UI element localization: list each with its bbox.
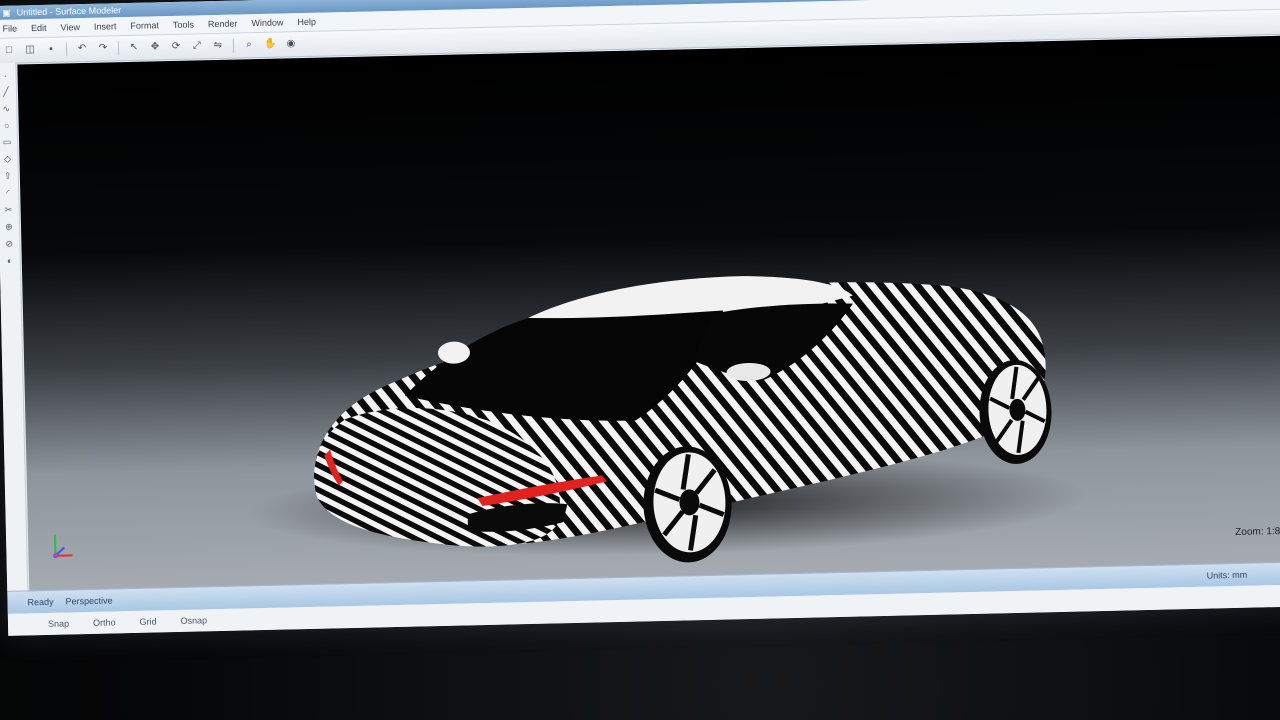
units-readout: Units: mm bbox=[1206, 569, 1248, 581]
view-mode[interactable]: Perspective bbox=[65, 595, 112, 606]
line-tool-icon[interactable]: ╱ bbox=[3, 87, 9, 98]
osnap-toggle[interactable]: Osnap bbox=[180, 615, 207, 626]
zoom-readout: Zoom: 1:8 bbox=[1235, 525, 1280, 538]
fillet-tool-icon[interactable]: ◜ bbox=[6, 188, 10, 199]
toolbar-divider bbox=[65, 42, 68, 57]
menu-view[interactable]: View bbox=[60, 22, 80, 32]
menu-render[interactable]: Render bbox=[208, 18, 238, 29]
menu-file[interactable]: File bbox=[2, 23, 17, 33]
save-icon[interactable]: ▪ bbox=[45, 44, 57, 56]
analyze-tool-icon[interactable]: ◐ bbox=[7, 256, 13, 266]
toolbar-divider bbox=[117, 41, 120, 56]
snap-toggle[interactable]: Snap bbox=[48, 618, 69, 628]
undo-icon[interactable]: ↶ bbox=[76, 43, 88, 55]
scale-icon[interactable]: ⤢ bbox=[191, 40, 203, 52]
menu-window[interactable]: Window bbox=[251, 17, 283, 28]
menu-edit[interactable]: Edit bbox=[31, 23, 47, 33]
mirror-icon[interactable]: ⇋ bbox=[212, 40, 224, 52]
redo-icon[interactable]: ↷ bbox=[97, 42, 109, 54]
app-icon: ▣ bbox=[2, 7, 11, 18]
grid-toggle[interactable]: Grid bbox=[139, 616, 156, 626]
status-text: Ready bbox=[27, 596, 54, 608]
car-render bbox=[247, 276, 1088, 563]
join-tool-icon[interactable]: ⊕ bbox=[5, 222, 13, 233]
circle-tool-icon[interactable]: ○ bbox=[4, 121, 10, 131]
pan-icon[interactable]: ✋ bbox=[264, 39, 277, 51]
new-icon[interactable]: □ bbox=[3, 45, 15, 57]
3d-viewport[interactable]: Zoom: 1:8 bbox=[17, 35, 1280, 592]
render-icon[interactable]: ◉ bbox=[285, 38, 297, 50]
rectangle-tool-icon[interactable]: ▭ bbox=[3, 137, 12, 148]
rotate-icon[interactable]: ⟳ bbox=[170, 41, 182, 53]
select-icon[interactable]: ↖ bbox=[128, 42, 140, 54]
menu-tools[interactable]: Tools bbox=[173, 19, 194, 29]
split-tool-icon[interactable]: ⊘ bbox=[6, 239, 14, 250]
curve-tool-icon[interactable]: ∿ bbox=[2, 104, 10, 115]
extrude-tool-icon[interactable]: ⇧ bbox=[4, 171, 12, 182]
menu-insert[interactable]: Insert bbox=[94, 21, 117, 32]
axis-gizmo-icon bbox=[52, 534, 73, 559]
surface-tool-icon[interactable]: ◇ bbox=[4, 154, 11, 165]
point-tool-icon[interactable]: · bbox=[4, 71, 7, 81]
menu-format[interactable]: Format bbox=[130, 20, 159, 31]
trim-tool-icon[interactable]: ✂ bbox=[5, 205, 13, 216]
toolbar-divider bbox=[232, 38, 235, 53]
zoom-icon[interactable]: ⌕ bbox=[243, 39, 255, 51]
open-icon[interactable]: ◫ bbox=[24, 44, 36, 56]
work-area: · ╱ ∿ ○ ▭ ◇ ⇧ ◜ ✂ ⊕ ⊘ ◐ Zoom: 1:8 bbox=[0, 33, 1280, 592]
application-window: ▣ Untitled - Surface Modeler File Edit V… bbox=[0, 0, 1280, 636]
window-title: Untitled - Surface Modeler bbox=[16, 5, 122, 18]
move-icon[interactable]: ✥ bbox=[149, 41, 161, 53]
monitor-bezel: ▣ Untitled - Surface Modeler File Edit V… bbox=[0, 0, 1280, 720]
ortho-toggle[interactable]: Ortho bbox=[93, 617, 116, 628]
menu-help[interactable]: Help bbox=[297, 17, 316, 27]
